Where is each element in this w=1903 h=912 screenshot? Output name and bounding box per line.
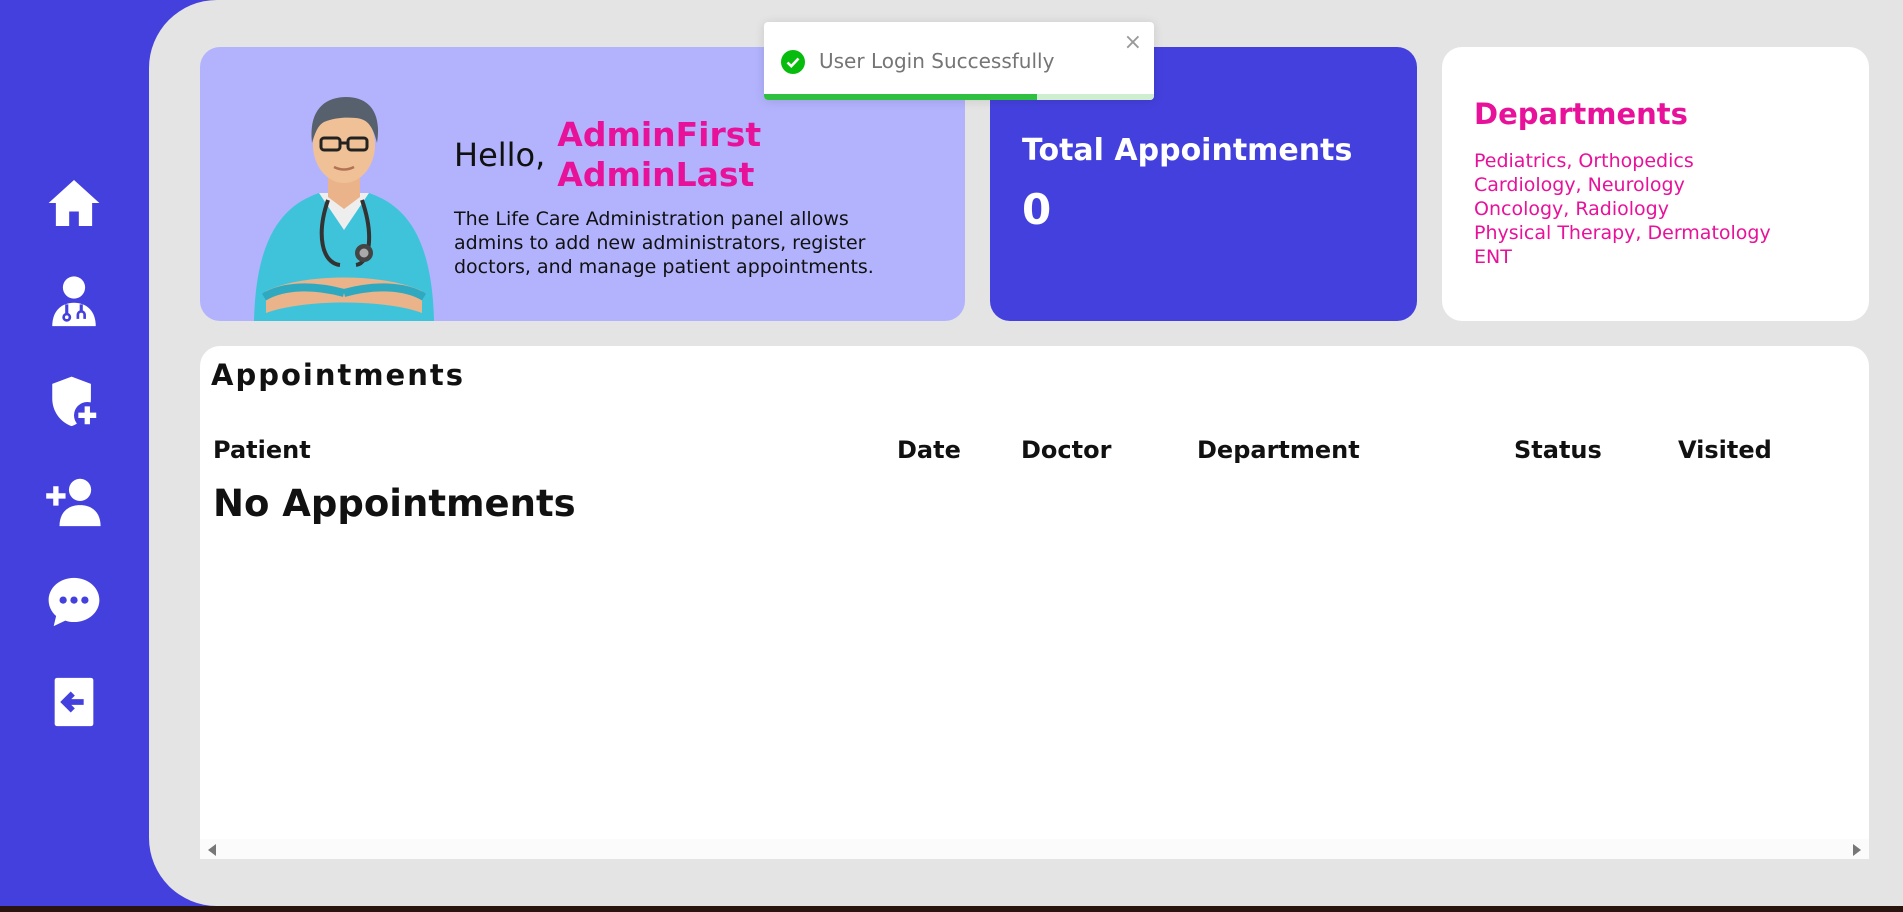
department-line: ENT [1474,246,1512,268]
home-icon[interactable] [44,173,104,233]
column-header-patient: Patient [213,436,311,464]
departments-title: Departments [1474,97,1688,131]
close-icon[interactable]: × [1124,30,1142,55]
departments-list: Pediatrics, Orthopedics Cardiology, Neur… [1474,149,1771,269]
appointments-title: Appointments [211,358,465,392]
check-circle-icon [781,50,805,74]
greeting-text: Hello, [454,136,546,174]
doctor-icon[interactable] [44,272,104,332]
sidebar [0,0,150,906]
greeting-row: Hello, AdminFirst AdminLast [454,115,761,195]
column-header-visited: Visited [1678,436,1772,464]
total-appointments-title: Total Appointments [1022,133,1353,168]
login-success-toast: User Login Successfully × [764,22,1154,100]
toast-message: User Login Successfully [819,49,1055,73]
departments-card: Departments Pediatrics, Orthopedics Card… [1442,47,1869,321]
scroll-right-arrow-icon[interactable] [1853,844,1861,856]
department-line: Physical Therapy, Dermatology [1474,222,1771,244]
admin-name: AdminFirst AdminLast [557,115,761,195]
appointments-panel: Appointments Patient Date Doctor Departm… [200,346,1869,859]
department-line: Cardiology, Neurology [1474,174,1685,196]
taskbar-strip [0,906,1903,912]
column-header-doctor: Doctor [1021,436,1112,464]
message-icon[interactable] [44,572,104,632]
welcome-description: The Life Care Administration panel allow… [454,208,874,278]
admin-last-name: AdminLast [557,155,755,194]
total-appointments-count: 0 [1022,185,1052,234]
scroll-left-arrow-icon[interactable] [208,844,216,856]
department-line: Pediatrics, Orthopedics [1474,150,1694,172]
department-line: Oncology, Radiology [1474,198,1669,220]
add-user-icon[interactable] [44,472,104,532]
admin-first-name: AdminFirst [557,115,762,154]
column-header-status: Status [1514,436,1602,464]
shield-plus-icon[interactable] [44,372,104,432]
empty-state-message: No Appointments [213,482,576,525]
logout-icon[interactable] [44,672,104,732]
column-header-date: Date [897,436,961,464]
toast-progress-bar [764,94,1037,100]
horizontal-scrollbar[interactable] [200,839,1869,859]
doctor-illustration [254,97,434,321]
column-header-department: Department [1197,436,1360,464]
